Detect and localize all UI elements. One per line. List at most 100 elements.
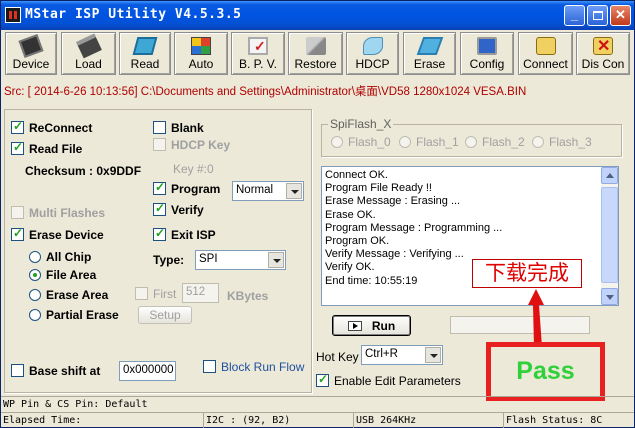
verify-checkbox-box[interactable] <box>153 201 166 216</box>
partial-erase-radio[interactable] <box>29 309 41 321</box>
flash-2-option[interactable]: Flash_2 <box>465 135 525 149</box>
all-chip-radio[interactable] <box>29 251 41 263</box>
program-label: Program <box>171 182 221 196</box>
toolbar: Device Load Read Auto B. P. V. Restore H… <box>1 30 634 77</box>
auto-button[interactable]: Auto <box>174 32 228 75</box>
blank-checkbox-box[interactable] <box>153 121 166 134</box>
bpv-button[interactable]: B. P. V. <box>231 32 285 75</box>
window-title: MStar ISP Utility V4.5.3.5 <box>25 7 242 22</box>
annotation-arrow-shape <box>528 289 544 347</box>
key-index-text: Key #:0 <box>173 162 214 176</box>
minimize-button[interactable]: _ <box>564 5 585 26</box>
enable-edit-checkbox-box[interactable] <box>316 372 329 387</box>
connect-button[interactable]: Connect <box>518 32 573 75</box>
setup-button[interactable]: Setup <box>138 306 192 324</box>
flash-3-label: Flash_3 <box>549 135 592 149</box>
chevron-down-icon[interactable] <box>425 347 441 363</box>
read-file-checkbox-box[interactable] <box>11 140 24 155</box>
base-shift-checkbox-box[interactable] <box>11 364 24 377</box>
erase-mode-all-chip[interactable]: All Chip <box>29 250 91 264</box>
erase-button[interactable]: Erase <box>403 32 456 75</box>
program-mode-value: Normal <box>236 184 274 196</box>
read-button[interactable]: Read <box>119 32 171 75</box>
hdcp-button[interactable]: HDCP <box>346 32 399 75</box>
first-value-input[interactable]: 512 <box>182 283 219 303</box>
flash-2-radio[interactable] <box>465 136 477 148</box>
flash-3-radio[interactable] <box>532 136 544 148</box>
read-board-icon <box>132 37 158 55</box>
close-button[interactable]: ✕ <box>610 5 631 26</box>
first-checkbox-box[interactable] <box>135 287 148 300</box>
maximize-icon <box>592 11 603 20</box>
isp-utility-window: MStar ISP Utility V4.5.3.5 _ ✕ Device Lo… <box>0 0 635 428</box>
run-button[interactable]: Run <box>332 315 411 336</box>
multi-flashes-checkbox-box[interactable] <box>11 206 24 219</box>
block-run-flow-checkbox[interactable]: Block Run Flow <box>203 360 304 374</box>
annotation-arrow-icon <box>528 289 544 347</box>
file-area-radio[interactable] <box>29 269 41 281</box>
restore-icon <box>305 37 326 55</box>
flash-0-option[interactable]: Flash_0 <box>331 135 391 149</box>
block-run-flow-checkbox-box[interactable] <box>203 360 216 373</box>
type-select[interactable]: SPI <box>195 250 286 270</box>
maximize-button[interactable] <box>587 5 608 26</box>
hotkey-label: Hot Key <box>316 350 359 364</box>
erase-device-checkbox-box[interactable] <box>11 226 24 241</box>
connect-button-label: Connect <box>523 57 568 71</box>
config-button-label: Config <box>469 57 505 71</box>
flash-0-radio[interactable] <box>331 136 343 148</box>
verify-label: Verify <box>171 203 204 217</box>
base-shift-input[interactable]: 0x000000 <box>119 361 176 381</box>
program-checkbox-box[interactable] <box>153 180 166 195</box>
load-button[interactable]: Load <box>61 32 116 75</box>
title-bar[interactable]: MStar ISP Utility V4.5.3.5 _ ✕ <box>1 1 634 30</box>
program-checkbox[interactable]: Program <box>153 180 221 196</box>
erase-device-checkbox[interactable]: Erase Device <box>11 226 104 242</box>
blank-label: Blank <box>171 121 204 135</box>
reconnect-checkbox[interactable]: ReConnect <box>11 119 92 135</box>
log-line: Erase OK. <box>325 208 376 221</box>
hdcp-key-checkbox[interactable]: HDCP Key <box>153 138 230 152</box>
flash-0-label: Flash_0 <box>348 135 391 149</box>
program-mode-select[interactable]: Normal <box>232 181 304 201</box>
device-button[interactable]: Device <box>5 32 57 75</box>
read-button-label: Read <box>130 57 160 71</box>
reconnect-checkbox-box[interactable] <box>11 119 24 134</box>
log-scrollbar[interactable] <box>601 167 618 305</box>
log-line: Program Message : Programming ... <box>325 221 503 234</box>
erase-mode-partial-erase[interactable]: Partial Erase <box>29 308 119 322</box>
config-button[interactable]: Config <box>460 32 514 75</box>
scroll-up-arrow-icon[interactable] <box>601 167 618 184</box>
enable-edit-checkbox[interactable]: Enable Edit Parameters <box>316 372 461 388</box>
disconnect-button[interactable]: Dis Con <box>576 32 630 75</box>
verify-checkbox[interactable]: Verify <box>153 201 204 217</box>
erase-mode-file-area[interactable]: File Area <box>29 268 96 282</box>
chevron-down-icon[interactable] <box>286 183 302 199</box>
base-shift-checkbox[interactable]: Base shift at <box>11 364 100 378</box>
multi-flashes-label: Multi Flashes <box>29 206 106 220</box>
exit-isp-checkbox[interactable]: Exit ISP <box>153 226 216 242</box>
blank-checkbox[interactable]: Blank <box>153 121 204 135</box>
pass-annotation: Pass <box>486 342 605 401</box>
hdcp-key-label: HDCP Key <box>171 138 231 152</box>
scroll-thumb[interactable] <box>601 187 618 283</box>
scroll-down-arrow-icon[interactable] <box>601 288 618 305</box>
flash-status-cell: Flash Status: 8C <box>503 412 634 428</box>
hdcp-key-checkbox-box[interactable] <box>153 138 166 151</box>
checkmark-icon <box>248 37 268 55</box>
kbytes-label: KBytes <box>227 289 269 303</box>
spiflash-title: SpiFlash_X <box>328 117 394 131</box>
hotkey-select[interactable]: Ctrl+R <box>361 345 443 365</box>
erase-area-radio[interactable] <box>29 289 41 301</box>
read-file-checkbox[interactable]: Read File <box>11 140 82 156</box>
chevron-down-icon[interactable] <box>268 252 284 268</box>
pin-status-text: WP Pin & CS Pin: Default <box>3 399 148 410</box>
flash-1-option[interactable]: Flash_1 <box>399 135 459 149</box>
restore-button[interactable]: Restore <box>288 32 343 75</box>
multi-flashes-checkbox[interactable]: Multi Flashes <box>11 206 105 220</box>
erase-mode-erase-area[interactable]: Erase Area <box>29 288 108 302</box>
first-checkbox[interactable]: First <box>135 287 176 301</box>
flash-3-option[interactable]: Flash_3 <box>532 135 592 149</box>
exit-isp-checkbox-box[interactable] <box>153 226 166 241</box>
flash-1-radio[interactable] <box>399 136 411 148</box>
